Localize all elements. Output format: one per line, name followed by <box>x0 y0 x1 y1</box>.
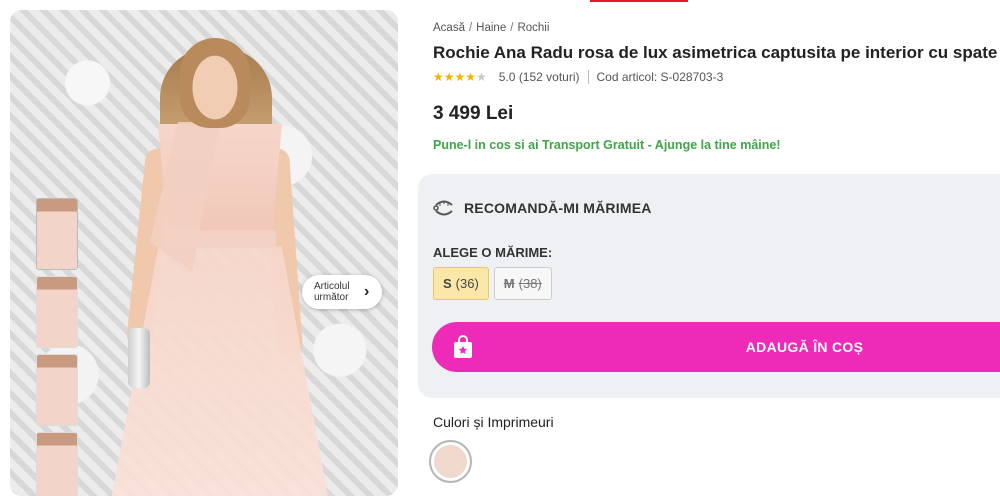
product-main-image <box>110 38 330 496</box>
choose-size-label: ALEGE O MĂRIME: <box>433 245 553 260</box>
colors-title: Culori și Imprimeuri <box>433 414 554 430</box>
next-article-button[interactable]: Articolul următor › <box>302 275 382 309</box>
rating-text[interactable]: 5.0 (152 voturi) <box>499 70 580 84</box>
chevron-right-icon: › <box>364 283 370 300</box>
thumbnail-2[interactable] <box>36 276 78 348</box>
product-code: Cod articol: S-028703-3 <box>596 70 724 84</box>
size-detail: (36) <box>455 276 479 291</box>
product-title: Rochie Ana Radu rosa de lux asimetrica c… <box>433 43 1000 62</box>
size-option-m[interactable]: M (38) <box>493 267 552 300</box>
thumbnail-strip <box>36 198 80 496</box>
add-to-cart-label: ADAUGĂ ÎN COȘ <box>745 339 864 355</box>
recommend-size-label: RECOMANDĂ-MI MĂRIMEA <box>464 200 652 216</box>
breadcrumb-separator: / <box>468 22 473 34</box>
next-article-label: Articolul următor <box>314 281 350 303</box>
breadcrumb-home[interactable]: Acasă <box>433 22 465 34</box>
breadcrumb-category[interactable]: Haine <box>476 22 506 34</box>
size-code: S <box>443 276 452 291</box>
size-code: M <box>503 276 515 291</box>
divider <box>587 70 589 84</box>
product-gallery[interactable]: Articolul următor › <box>10 10 398 496</box>
breadcrumb-separator: / <box>510 22 514 34</box>
recommend-size-button[interactable]: RECOMANDĂ-MI MĂRIMEA <box>433 199 652 217</box>
product-price: 3 499 Lei <box>433 103 514 124</box>
size-detail: (38) <box>518 276 542 291</box>
add-to-cart-button[interactable]: ADAUGĂ ÎN COȘ <box>432 322 1000 372</box>
color-swatch-pink[interactable] <box>429 440 472 483</box>
size-option-s[interactable]: S (36) <box>433 267 489 300</box>
shipping-note: Pune-l in cos si ai Transport Gratuit - … <box>433 138 781 152</box>
thumbnail-4[interactable] <box>36 432 78 496</box>
breadcrumb: Acasă / Haine / Rochii <box>433 22 549 34</box>
thumbnail-3[interactable] <box>36 354 78 426</box>
size-options: S (36) M (38) <box>433 267 552 300</box>
top-accent-bar <box>590 0 688 2</box>
breadcrumb-subcategory[interactable]: Rochii <box>517 22 549 34</box>
color-swatch-fill <box>434 445 467 478</box>
thumbnail-1[interactable] <box>36 198 78 270</box>
star-rating-icon[interactable]: ★★★★★ <box>433 70 487 84</box>
measuring-tape-icon <box>433 200 453 216</box>
rating-row: ★★★★★ 5.0 (152 voturi) Cod articol: S-02… <box>433 70 723 84</box>
